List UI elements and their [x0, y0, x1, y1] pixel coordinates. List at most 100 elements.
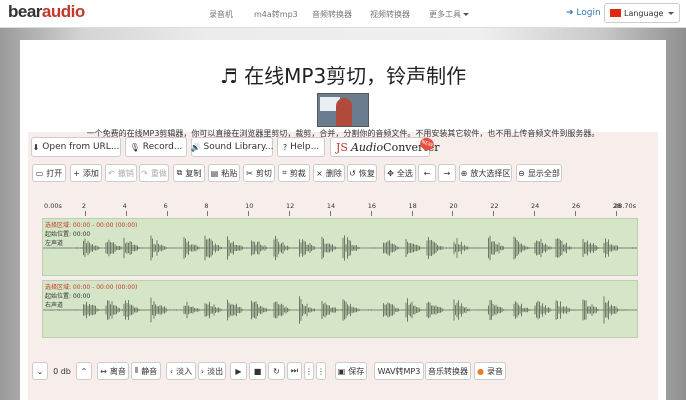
- ruler-tick-label: 10: [245, 202, 254, 210]
- copy-label: 复制: [185, 168, 202, 178]
- add-label: 添加: [82, 168, 99, 178]
- microphone-icon: ●: [477, 366, 484, 376]
- cursor-position-text: 起始位置: 00:00: [45, 293, 91, 300]
- move-right-button[interactable]: →: [438, 164, 456, 182]
- js-audio-converter-button[interactable]: JS Audio Converter: [330, 137, 439, 157]
- ruler-tick: [207, 211, 209, 216]
- crop-icon: ⌗: [282, 168, 287, 177]
- delete-button[interactable]: × 删除: [313, 164, 345, 182]
- help-button[interactable]: ? Help...: [277, 137, 325, 157]
- undo-button[interactable]: ↶ 撤销: [105, 164, 137, 182]
- speaker-icon: 🔊: [190, 142, 201, 152]
- language-label: Language: [624, 8, 664, 18]
- time-ruler: 0.00s 28.70s 2 4 6 8 10 12 14 16 18 20 22 24 26 28: [42, 198, 638, 218]
- nav-item-more-tools[interactable]: 更多工具: [429, 9, 469, 20]
- cut-button[interactable]: ✂ 剪切: [243, 164, 275, 182]
- question-icon: ?: [282, 142, 288, 152]
- music-converter-button[interactable]: 音乐转换器: [425, 362, 471, 380]
- move-left-button[interactable]: ←: [418, 164, 436, 182]
- redo-label: 重做: [150, 168, 167, 178]
- site-logo[interactable]: bearaudio: [8, 2, 85, 22]
- waveform-area[interactable]: 0.00s 28.70s 2 4 6 8 10 12 14 16 18 20 22 24 26 28 选择…: [42, 198, 638, 344]
- volume-db-display: 0 db: [50, 362, 74, 380]
- ruler-tick-label: 26: [571, 202, 581, 210]
- zoom-in-icon: ⊕: [460, 168, 468, 178]
- channel-name-text: 左声道: [45, 240, 64, 247]
- open-from-url-button[interactable]: ⬇ Open from URL...: [31, 137, 121, 157]
- loop-button[interactable]: ↻: [268, 362, 285, 380]
- login-icon: ➜: [566, 8, 574, 18]
- add-button[interactable]: + 添加: [70, 164, 102, 182]
- top-navbar: bearaudio 录音机 m4a转mp3 音频转换器 视频转换器 更多工具 ➜…: [0, 0, 686, 28]
- ruler-tick: [493, 211, 495, 216]
- nav-item-video-converter[interactable]: 视频转换器: [370, 9, 410, 20]
- ruler-start-label: 0.00s: [44, 202, 62, 210]
- more-tools-label: 更多工具: [429, 10, 461, 19]
- nav-item-audio-converter[interactable]: 音频转换器: [312, 9, 352, 20]
- ruler-tick: [370, 211, 372, 216]
- select-all-button[interactable]: ✥ 全选: [384, 164, 416, 182]
- volume-db-value: 0 db: [53, 366, 71, 376]
- tutorial-video-thumbnail[interactable]: [317, 93, 369, 127]
- open-button[interactable]: ▭ 打开: [32, 164, 66, 182]
- paste-button[interactable]: ▤ 粘贴: [208, 164, 240, 182]
- copy-button[interactable]: ⧉ 复制: [173, 164, 205, 182]
- right-channel-track[interactable]: 选择区域: 00:00 - 00:00 (00:00) 起始位置: 00:00 …: [42, 280, 638, 338]
- play-button[interactable]: ▶: [230, 362, 247, 380]
- nav-item-m4a-to-mp3[interactable]: m4a转mp3: [254, 9, 298, 20]
- more-options-button-1[interactable]: ⋮: [304, 362, 314, 380]
- save-label: 保存: [348, 366, 365, 376]
- close-icon: ×: [316, 168, 323, 178]
- mute-button[interactable]: ⫴ 静音: [131, 362, 161, 380]
- language-dropdown[interactable]: Language: [604, 3, 680, 23]
- record-button[interactable]: 🎙 Record...: [125, 137, 187, 157]
- folder-icon: ▭: [35, 168, 44, 178]
- left-channel-track[interactable]: 选择区域: 00:00 - 00:00 (00:00) 起始位置: 00:00 …: [42, 218, 638, 276]
- ruler-tick: [166, 211, 168, 216]
- refresh-icon: ↻: [273, 366, 280, 376]
- paste-label: 粘贴: [221, 168, 238, 178]
- more-options-button-2[interactable]: ⋮: [316, 362, 326, 380]
- crop-button[interactable]: ⌗ 剪裁: [278, 164, 310, 182]
- wav-to-mp3-button[interactable]: WAV转MP3: [374, 362, 424, 380]
- paste-icon: ▤: [210, 168, 219, 178]
- show-all-label: 显示全部: [527, 168, 560, 178]
- normalize-button[interactable]: ↔ 离音: [97, 362, 129, 380]
- skip-to-end-button[interactable]: ⏭: [287, 362, 302, 380]
- vertical-dots-icon: ⋮: [305, 366, 313, 376]
- stop-icon: ■: [253, 366, 262, 376]
- redo-button[interactable]: ↷ 重做: [139, 164, 169, 182]
- recorder-button[interactable]: ● 录音: [474, 362, 506, 380]
- equalizer-icon: ⫴: [134, 366, 139, 375]
- recorder-label: 录音: [486, 366, 503, 376]
- nav-item-recorder[interactable]: 录音机: [209, 9, 233, 20]
- channel-name-text: 右声道: [45, 302, 64, 309]
- volume-up-button[interactable]: ⌃: [76, 362, 92, 380]
- save-button[interactable]: ▣ 保存: [335, 362, 367, 380]
- open-from-url-label: Open from URL...: [42, 142, 120, 152]
- login-link[interactable]: ➜ Login: [566, 8, 601, 18]
- restore-button[interactable]: ↺ 恢复: [347, 164, 377, 182]
- sound-library-button[interactable]: 🔊 Sound Library...: [191, 137, 273, 157]
- fade-out-button[interactable]: › 淡出: [198, 362, 226, 380]
- ruler-tick: [615, 211, 617, 216]
- microphone-icon: 🎙: [129, 142, 140, 152]
- ruler-tick: [329, 211, 331, 216]
- help-label: Help...: [290, 142, 320, 152]
- select-all-label: 全选: [396, 168, 413, 178]
- scissors-icon: ✂: [246, 168, 253, 178]
- zoom-selection-button[interactable]: ⊕ 放大选择区: [459, 164, 512, 182]
- fade-in-label: 淡入: [176, 366, 193, 376]
- volume-down-button[interactable]: ⌄: [32, 362, 48, 380]
- selection-range-text: 选择区域: 00:00 - 00:00 (00:00): [45, 222, 138, 229]
- ruler-tick-label: 18: [408, 202, 417, 210]
- ruler-tick-label: 8: [204, 202, 209, 210]
- jsac-audio-text: Audio: [350, 140, 384, 154]
- ruler-tick-label: 28: [612, 202, 621, 210]
- jsac-js-text: JS: [336, 140, 348, 154]
- fade-in-button[interactable]: ‹ 淡入: [166, 362, 196, 380]
- cut-label: 剪切: [255, 168, 272, 178]
- ruler-tick: [84, 211, 86, 216]
- show-all-button[interactable]: ⊖ 显示全部: [516, 164, 562, 182]
- stop-button[interactable]: ■: [249, 362, 266, 380]
